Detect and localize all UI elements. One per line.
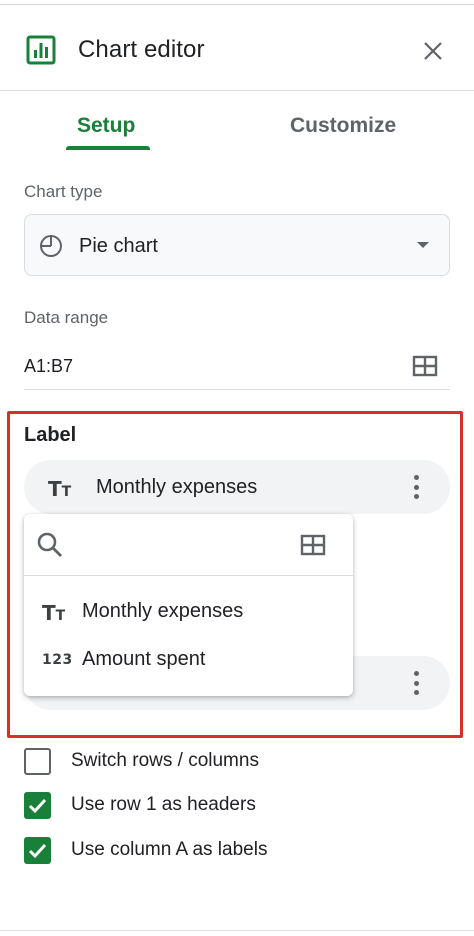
checkbox-checked[interactable]: [24, 792, 51, 819]
chart-type-value: Pie chart: [79, 235, 158, 257]
option-use-column-labels[interactable]: Use column A as labels: [24, 835, 424, 865]
chevron-down-icon: [417, 242, 429, 248]
tab-customize[interactable]: Customize: [290, 113, 396, 139]
active-tab-indicator: [66, 146, 150, 150]
panel-title: Chart editor: [78, 36, 205, 63]
column-picker-popup: TT Monthly expenses 123 Amount spent: [24, 514, 353, 696]
option-label: Use column A as labels: [71, 839, 268, 860]
data-range-value: A1:B7: [24, 356, 74, 376]
grid-select-icon[interactable]: [300, 534, 326, 556]
chart-type-label: Chart type: [24, 182, 103, 201]
label-chip[interactable]: TT Monthly expenses: [24, 460, 450, 514]
checkbox-checked[interactable]: [24, 837, 51, 864]
option-label: Use row 1 as headers: [71, 794, 256, 815]
popup-item-label: Monthly expenses: [82, 600, 244, 622]
editor-header: Chart editor: [0, 5, 474, 91]
close-button[interactable]: [418, 36, 448, 66]
chart-icon: [26, 35, 56, 65]
label-chip-value: Monthly expenses: [96, 476, 258, 498]
checkmark-icon: [28, 843, 47, 859]
checkmark-icon: [28, 798, 47, 814]
chart-type-select[interactable]: Pie chart: [24, 214, 450, 276]
text-type-icon: TT: [42, 601, 66, 625]
data-range-field[interactable]: A1:B7: [24, 342, 450, 390]
pie-chart-icon: [40, 235, 62, 257]
option-use-row-headers[interactable]: Use row 1 as headers: [24, 790, 424, 820]
option-switch-rows-columns[interactable]: Switch rows / columns: [24, 746, 424, 776]
grid-select-icon[interactable]: [412, 355, 438, 377]
number-type-icon: 123: [42, 652, 73, 668]
popup-item-label: Amount spent: [82, 648, 206, 670]
more-options-icon[interactable]: [408, 669, 424, 697]
bottom-divider: [0, 930, 474, 931]
search-input[interactable]: [74, 528, 294, 560]
tab-setup[interactable]: Setup: [77, 113, 135, 139]
option-label: Switch rows / columns: [71, 750, 259, 771]
popup-item-amount-spent[interactable]: 123 Amount spent: [24, 636, 353, 682]
popup-search-bar: [24, 514, 353, 576]
text-type-icon: TT: [48, 477, 72, 501]
label-section-heading: Label: [24, 424, 77, 446]
checkbox-unchecked[interactable]: [24, 748, 51, 775]
close-icon: [424, 42, 442, 60]
editor-tabs: Setup Customize: [0, 91, 474, 155]
popup-item-monthly-expenses[interactable]: TT Monthly expenses: [24, 588, 353, 634]
data-range-label: Data range: [24, 308, 109, 327]
more-options-icon[interactable]: [408, 473, 424, 501]
search-icon: [37, 532, 62, 557]
